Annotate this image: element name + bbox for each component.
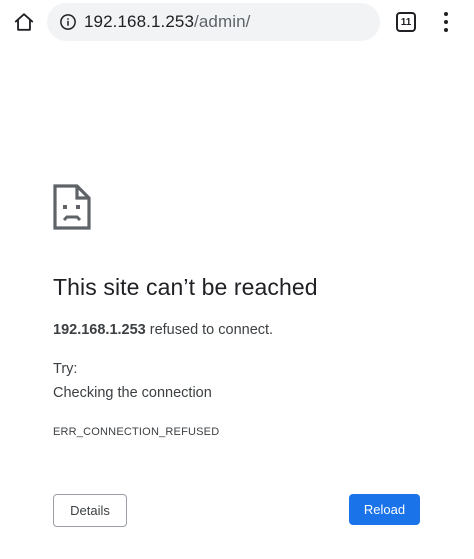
details-button[interactable]: Details xyxy=(53,494,127,527)
error-summary-rest: refused to connect. xyxy=(145,322,274,338)
info-icon[interactable] xyxy=(59,13,77,31)
sad-document-icon xyxy=(53,184,91,230)
address-bar[interactable]: 192.168.1.253/admin/ xyxy=(47,3,380,41)
suggestion-item: Checking the connection xyxy=(53,385,212,401)
url-host: 192.168.1.253 xyxy=(84,12,195,31)
tab-count: 11 xyxy=(400,16,412,28)
home-button[interactable] xyxy=(10,9,38,35)
error-summary: 192.168.1.253 refused to connect. xyxy=(53,322,273,338)
home-icon xyxy=(14,13,34,31)
try-label: Try: xyxy=(53,361,78,377)
error-host: 192.168.1.253 xyxy=(53,322,146,338)
tab-switcher-button[interactable]: 11 xyxy=(396,12,416,32)
browser-toolbar: 192.168.1.253/admin/ 11 xyxy=(0,0,474,44)
error-headline: This site can’t be reached xyxy=(53,274,318,300)
url-path: /admin/ xyxy=(194,12,251,31)
error-code: ERR_CONNECTION_REFUSED xyxy=(53,426,220,438)
reload-button[interactable]: Reload xyxy=(349,494,420,525)
more-vert-icon[interactable] xyxy=(436,10,456,34)
url-text[interactable]: 192.168.1.253/admin/ xyxy=(84,12,250,32)
